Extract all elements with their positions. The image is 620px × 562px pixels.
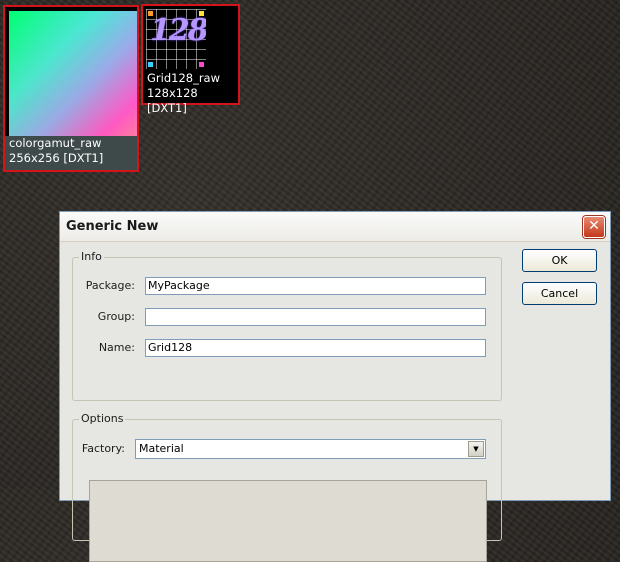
grid128-preview: 128 (146, 9, 206, 69)
dialog-title: Generic New (66, 219, 159, 234)
thumbnail-info: 128x128 [DXT1] (147, 86, 198, 115)
thumbnail-caption: Grid128_raw 128x128 [DXT1] (143, 71, 238, 115)
corner-marker (199, 11, 204, 16)
corner-marker (199, 62, 204, 67)
thumbnail-caption: colorgamut_raw 256x256 [DXT1] (5, 136, 137, 170)
thumbnail-info: 256x256 [DXT1] (9, 151, 104, 165)
factory-properties-panel (89, 480, 487, 562)
dialog-body: Info Package: MyPackage Group: Name: Gri… (60, 242, 610, 562)
options-legend: Options (79, 412, 126, 425)
thumbnail-name: Grid128_raw (147, 71, 221, 85)
close-icon: ✕ (588, 218, 600, 234)
factory-label: Factory: (81, 442, 125, 455)
factory-select[interactable]: Material ▼ (135, 439, 486, 459)
close-button[interactable]: ✕ (583, 216, 605, 238)
dialog-titlebar[interactable]: Generic New ✕ (60, 212, 610, 242)
info-legend: Info (79, 250, 104, 263)
factory-selected-value: Material (139, 442, 184, 455)
thumbnail-grid128[interactable]: 128 Grid128_raw 128x128 [DXT1] (141, 4, 240, 115)
corner-marker (148, 62, 153, 67)
grid128-glyph: 128 (150, 13, 206, 48)
options-group: Options Factory: Material ▼ (72, 412, 502, 562)
thumbnail-colorgamut[interactable]: colorgamut_raw 256x256 [DXT1] (3, 5, 139, 172)
thumbnail-name: colorgamut_raw (9, 136, 102, 150)
group-field[interactable] (145, 308, 486, 326)
package-field[interactable]: MyPackage (145, 277, 486, 295)
info-group: Info Package: MyPackage Group: Name: Gri… (72, 250, 502, 401)
colorgamut-preview (9, 11, 137, 139)
package-label: Package: (85, 279, 135, 292)
name-field[interactable]: Grid128 (145, 339, 486, 357)
corner-marker (148, 11, 153, 16)
group-label: Group: (97, 310, 135, 323)
cancel-button[interactable]: Cancel (522, 282, 597, 305)
chevron-down-icon[interactable]: ▼ (468, 441, 484, 457)
generic-new-dialog: Generic New ✕ Info Package: MyPackage Gr… (59, 211, 611, 562)
ok-button[interactable]: OK (522, 249, 597, 272)
name-label: Name: (98, 341, 135, 354)
